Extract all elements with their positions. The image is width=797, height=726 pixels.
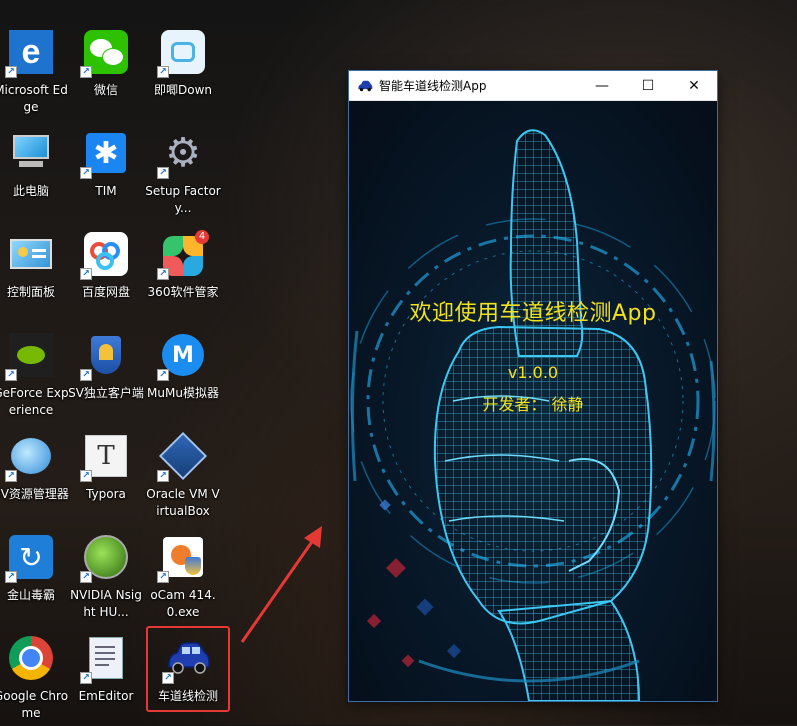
desktop-icon-kingsoft[interactable]: ↻ ↗ 金山毒霸	[0, 529, 69, 625]
edge-icon: e ↗	[5, 28, 55, 78]
close-button[interactable]: ✕	[671, 71, 717, 101]
desktop-icon-setup-factory[interactable]: ⚙ ↗ Setup Factory...	[145, 125, 221, 221]
desktop-icon-geforce[interactable]: ↗ GeForce Experience	[0, 327, 69, 423]
splash-screen: 欢迎使用车道线检测App v1.0.0 开发者： 徐静	[349, 101, 717, 701]
typora-icon: T ↗	[80, 432, 130, 482]
desktop-icon-sv-resource[interactable]: ↗ SV资源管理器	[0, 428, 69, 524]
desktop-icon-label: 控制面板	[6, 285, 55, 299]
desktop-icon-chrome[interactable]: Google Chrome	[0, 630, 69, 726]
desktop-icon-edge[interactable]: e ↗ Microsoft Edge	[0, 24, 69, 120]
emeditor-icon: ↗	[80, 634, 130, 684]
car-icon	[357, 78, 373, 94]
maximize-icon: ☐	[641, 77, 655, 94]
desktop-icon-label: Oracle VM VirtualBox	[146, 487, 220, 518]
version-label: v1.0.0	[507, 363, 559, 382]
geforce-icon: ↗	[5, 331, 55, 381]
setup-factory-icon: ⚙ ↗	[157, 129, 207, 179]
desktop-icon-label: 即唧Down	[153, 83, 212, 97]
welcome-heading: 欢迎使用车道线检测App	[409, 301, 657, 326]
desktop-icon-label: NVIDIA Nsight HU...	[70, 588, 142, 619]
360-software-icon: 4 ↗	[157, 230, 209, 280]
wechat-icon: ↗	[80, 28, 130, 78]
desktop-icon-label: 百度网盘	[81, 285, 130, 299]
desktop-icon-label: Setup Factory...	[145, 184, 221, 215]
chrome-icon	[7, 634, 55, 682]
minimize-icon: —	[595, 77, 609, 94]
desktop-icon-label: TIM	[95, 184, 117, 198]
app-window: 智能车道线检测App — ☐ ✕ 欢迎使用车道线检测App v1.0.0 开发者…	[349, 71, 717, 701]
desktop-icon-emeditor[interactable]: ↗ EmEditor	[68, 630, 144, 726]
kingsoft-icon: ↻ ↗	[5, 533, 55, 583]
desktop-icon-control-panel[interactable]: 控制面板	[0, 226, 69, 322]
desktop-icon-label: SV独立客户端	[68, 386, 144, 400]
desktop-icon-label: Typora	[86, 487, 126, 501]
desktop-icon-computer[interactable]: 此电脑	[0, 125, 69, 221]
desktop-icon-label: oCam 414.0.exe	[150, 588, 216, 619]
sv-resource-icon: ↗	[5, 432, 55, 482]
virtualbox-icon: ↗	[157, 431, 208, 482]
desktop-icon-tim[interactable]: ✱ ↗ TIM	[68, 125, 144, 221]
desktop-icon-360-software[interactable]: 4 ↗ 360软件管家	[145, 226, 221, 322]
desktop-icon-label: 360软件管家	[147, 285, 219, 299]
desktop-icon-sv-client[interactable]: ↗ SV独立客户端	[68, 327, 144, 423]
computer-icon	[7, 129, 55, 177]
desktop-icon-ocam[interactable]: ↗ oCam 414.0.exe	[145, 529, 221, 625]
control-panel-icon	[7, 230, 55, 278]
annotation-highlight-box	[146, 626, 230, 712]
desktop-icon-nvidia-nsight[interactable]: ↗ NVIDIA Nsight HU...	[68, 529, 144, 625]
desktop-icon-bilibili-down[interactable]: ↗ 即唧Down	[145, 24, 221, 120]
desktop-icon-label: 金山毒霸	[6, 588, 55, 602]
tim-icon: ✱ ↗	[80, 129, 130, 179]
close-icon: ✕	[688, 77, 700, 94]
desktop-icon-label: Google Chrome	[0, 689, 69, 720]
desktop-icon-label: 微信	[93, 83, 118, 97]
bilibili-down-icon: ↗	[157, 28, 207, 78]
ocam-icon: ↗	[157, 533, 207, 583]
maximize-button[interactable]: ☐	[625, 71, 671, 101]
baidu-netdisk-icon: ↗	[80, 230, 130, 280]
desktop-icon-virtualbox[interactable]: ↗ Oracle VM VirtualBox	[145, 428, 221, 524]
window-titlebar[interactable]: 智能车道线检测App — ☐ ✕	[349, 71, 717, 101]
annotation-arrow	[240, 526, 322, 643]
desktop-icon-label: EmEditor	[78, 689, 134, 703]
desktop-icon-wechat[interactable]: ↗ 微信	[68, 24, 144, 120]
desktop-icon-label: SV资源管理器	[0, 487, 69, 501]
desktop-icon-label: 此电脑	[12, 184, 49, 198]
nvidia-nsight-icon: ↗	[80, 533, 130, 583]
desktop-icon-mumu[interactable]: M ↗ MuMu模拟器	[145, 327, 221, 423]
desktop-icon-label: MuMu模拟器	[147, 386, 219, 400]
minimize-button[interactable]: —	[579, 71, 625, 101]
desktop-icon-baidu-netdisk[interactable]: ↗ 百度网盘	[68, 226, 144, 322]
mumu-icon: M ↗	[157, 331, 207, 381]
desktop-icon-label: Microsoft Edge	[0, 83, 68, 114]
desktop-icon-typora[interactable]: T ↗ Typora	[68, 428, 144, 524]
developer-label: 开发者： 徐静	[482, 395, 584, 414]
window-title: 智能车道线检测App	[379, 79, 487, 93]
notification-badge: 4	[195, 230, 209, 244]
desktop-icon-label: GeForce Experience	[0, 386, 69, 417]
sv-client-icon: ↗	[80, 331, 130, 381]
